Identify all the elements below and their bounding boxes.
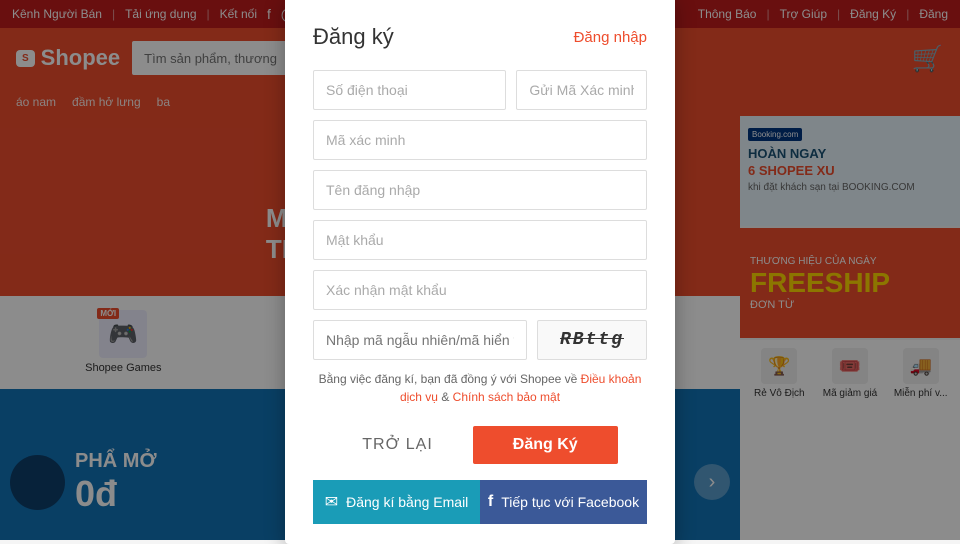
terms-prefix: Bằng việc đăng kí, bạn đã đồng ý với Sho… (319, 372, 581, 386)
modal-overlay: Đăng ký Đăng nhập RBttg (0, 0, 960, 540)
email-icon: ✉ (325, 492, 338, 512)
captcha-row: RBttg (313, 320, 647, 360)
modal-login-link[interactable]: Đăng nhập (574, 29, 647, 46)
terms-and: & (441, 390, 452, 404)
send-code-btn[interactable] (516, 70, 647, 110)
confirm-password-group (313, 270, 647, 310)
captcha-input[interactable] (313, 320, 527, 360)
modal-title: Đăng ký (313, 24, 394, 50)
modal-header: Đăng ký Đăng nhập (313, 24, 647, 50)
terms-text: Bằng việc đăng kí, bạn đã đồng ý với Sho… (313, 370, 647, 406)
terms-privacy-link[interactable]: Chính sách bảo mật (453, 390, 560, 404)
facebook-register-button[interactable]: f Tiếp tục với Facebook (480, 480, 647, 524)
register-button[interactable]: Đăng Ký (473, 426, 618, 464)
register-modal: Đăng ký Đăng nhập RBttg (285, 0, 675, 544)
phone-input[interactable] (313, 70, 506, 110)
password-group (313, 220, 647, 260)
username-group (313, 170, 647, 210)
modal-actions: TRỞ LẠI Đăng Ký (313, 426, 647, 464)
password-input[interactable] (313, 220, 647, 260)
verification-input[interactable] (313, 120, 647, 160)
email-register-label: Đăng kí bằng Email (346, 494, 468, 510)
social-buttons: ✉ Đăng kí bằng Email f Tiếp tục với Face… (313, 480, 647, 524)
back-button[interactable]: TRỞ LẠI (342, 426, 453, 464)
facebook-icon: f (488, 493, 493, 511)
verification-group (313, 120, 647, 160)
confirm-password-input[interactable] (313, 270, 647, 310)
phone-row (313, 70, 647, 110)
facebook-register-label: Tiếp tục với Facebook (501, 494, 639, 510)
email-register-button[interactable]: ✉ Đăng kí bằng Email (313, 480, 480, 524)
captcha-image: RBttg (537, 320, 647, 360)
username-input[interactable] (313, 170, 647, 210)
